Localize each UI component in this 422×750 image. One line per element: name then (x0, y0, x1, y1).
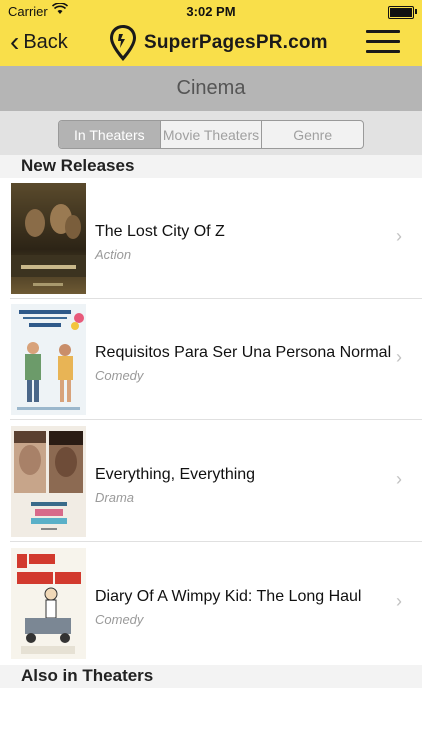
section-title: New Releases (21, 156, 135, 175)
movie-poster-image (11, 548, 86, 659)
section-header-new-releases: New Releases (0, 155, 422, 178)
movie-title: Diary Of A Wimpy Kid: The Long Haul (95, 588, 362, 605)
segment-bar: In Theaters Movie Theaters Genre (0, 111, 422, 155)
back-button[interactable]: ‹ Back (10, 26, 68, 58)
segmented-control: In Theaters Movie Theaters Genre (58, 120, 364, 149)
section-title: Also in Theaters (21, 666, 154, 685)
row-divider (10, 541, 422, 542)
back-label: Back (23, 30, 68, 53)
movie-title: The Lost City Of Z (95, 223, 225, 240)
logo: SuperPagesPR.com (108, 23, 328, 63)
logo-text: SuperPagesPR.com (144, 32, 328, 53)
tab-genre[interactable]: Genre (262, 121, 363, 148)
tab-in-theaters[interactable]: In Theaters (59, 121, 161, 148)
movie-title: Everything, Everything (95, 466, 256, 483)
movie-genre: Action (95, 247, 132, 262)
status-bar: Carrier 3:02 PM (0, 0, 422, 22)
battery-icon (388, 6, 414, 19)
walking-fingers-logo-icon (110, 25, 136, 61)
movie-poster-image (11, 426, 86, 537)
movie-poster-image (11, 304, 86, 415)
battery-tip (415, 9, 417, 14)
movie-row[interactable]: Diary Of A Wimpy Kid: The Long Haul Come… (0, 543, 422, 664)
chevron-right-icon: › (396, 226, 402, 246)
movie-genre: Comedy (95, 612, 144, 627)
movie-row[interactable]: Everything, Everything Drama › (0, 421, 422, 542)
chevron-left-icon: ‹ (10, 26, 20, 57)
movie-title: Requisitos Para Ser Una Persona Normal (95, 344, 392, 361)
page-title: Cinema (176, 77, 246, 99)
movie-poster-image (11, 183, 86, 294)
movie-row[interactable]: Requisitos Para Ser Una Persona Normal C… (0, 299, 422, 420)
tab-movie-theaters[interactable]: Movie Theaters (161, 121, 263, 148)
movie-genre: Comedy (95, 368, 144, 383)
chevron-right-icon: › (396, 347, 402, 367)
navigation-bar: Carrier 3:02 PM ‹ Back SuperPagesPR.com (0, 0, 422, 66)
chevron-right-icon: › (396, 591, 402, 611)
section-header-also-in-theaters: Also in Theaters (0, 665, 422, 688)
chevron-right-icon: › (396, 469, 402, 489)
clock-time: 3:02 PM (186, 4, 236, 19)
page-title-bar: Cinema (0, 66, 422, 111)
movie-genre: Drama (95, 490, 135, 505)
hamburger-menu-icon[interactable] (366, 30, 400, 54)
row-divider (10, 419, 422, 420)
movie-row[interactable]: The Lost City Of Z Action › (0, 178, 422, 299)
